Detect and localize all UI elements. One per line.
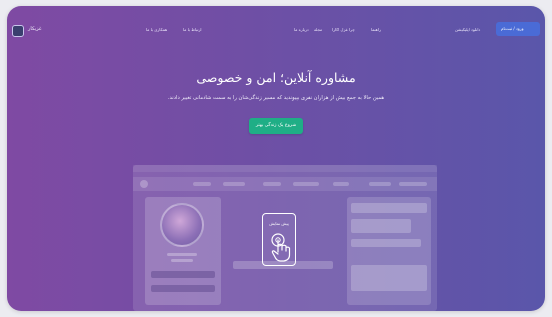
site-logo-icon[interactable]: [12, 25, 24, 37]
preview-action-bar: [151, 285, 215, 292]
nav-link-cooperate[interactable]: همکاری با ما: [146, 27, 167, 32]
preview-avatar: [160, 203, 204, 247]
preview-message: [351, 239, 421, 247]
preview-nav-item: [223, 182, 245, 186]
preview-nav-item: [193, 182, 211, 186]
preview-message: [351, 265, 427, 291]
brand-name[interactable]: غزیکار: [28, 26, 41, 32]
preview-window-bar: [133, 165, 437, 172]
preview-action-bar: [151, 271, 215, 278]
top-navigation: غزیکار همکاری با ما ارتباط با ما درباره …: [7, 6, 545, 58]
start-cta-button[interactable]: شروع یک زندگی بهتر: [249, 118, 303, 134]
preview-nav-item: [399, 182, 427, 186]
preview-logo-icon: [140, 180, 148, 188]
preview-text-line: [167, 253, 197, 256]
preview-nav-item: [263, 182, 281, 186]
download-app-link[interactable]: دانلود اپلیکیشن: [455, 27, 480, 32]
demo-preview-button[interactable]: پیش نمایش: [262, 213, 296, 266]
nav-link-why[interactable]: چرا غزل اکارا: [332, 27, 355, 32]
preview-nav-item: [293, 182, 319, 186]
preview-message: [351, 219, 411, 233]
nav-link-guide[interactable]: راهنما: [371, 27, 381, 32]
tap-hand-icon: [271, 233, 291, 262]
preview-nav-item: [333, 182, 349, 186]
preview-nav-item: [369, 182, 391, 186]
nav-link-contact[interactable]: ارتباط با ما: [183, 27, 202, 32]
nav-link-magazine[interactable]: مجله: [314, 27, 322, 32]
preview-text-line: [171, 259, 193, 262]
preview-message: [351, 203, 427, 213]
hero-title: مشاوره آنلاین؛ امن و خصوصی: [196, 70, 356, 85]
hero-subtitle: همین حالا به جمع بیش از هزاران نفری بپیو…: [167, 95, 385, 101]
login-button[interactable]: ورود / ثبت‌نام: [496, 22, 540, 36]
demo-label: پیش نمایش: [269, 221, 289, 226]
nav-link-about[interactable]: درباره ما: [294, 27, 309, 32]
landing-page: غزیکار همکاری با ما ارتباط با ما درباره …: [7, 6, 545, 311]
preview-app-header: [133, 177, 437, 191]
login-button-label: ورود / ثبت‌نام: [501, 26, 524, 31]
